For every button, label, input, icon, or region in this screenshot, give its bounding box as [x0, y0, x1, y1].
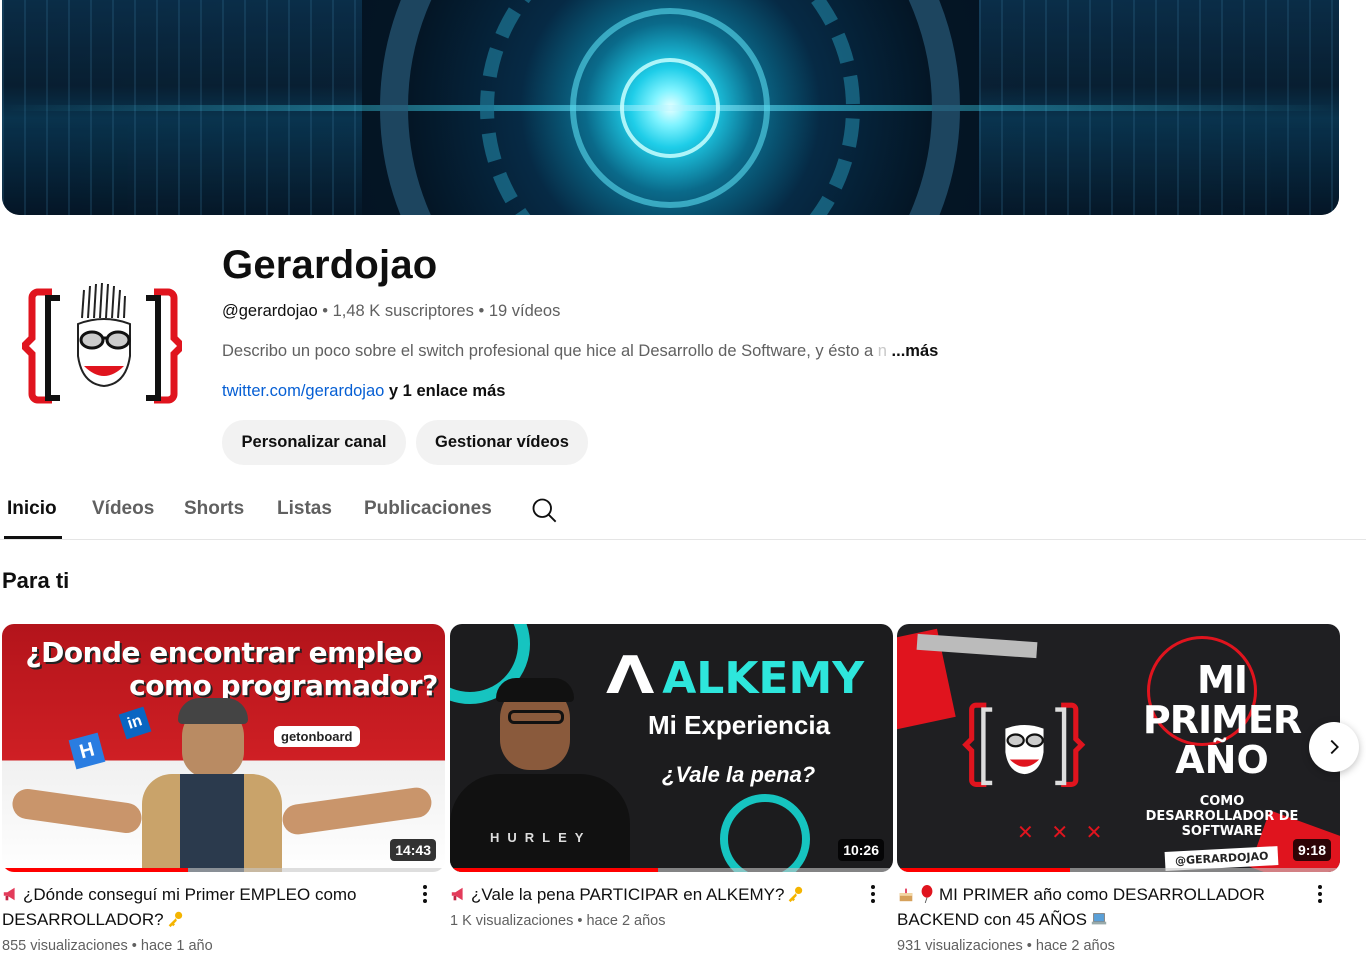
more-options-icon[interactable]: [861, 882, 885, 906]
video-duration: 10:26: [838, 839, 884, 861]
video-duration: 9:18: [1292, 839, 1331, 861]
carousel-next-button[interactable]: [1309, 722, 1359, 772]
section-title: Para ti: [2, 568, 70, 593]
video-duration: 14:43: [390, 839, 436, 861]
subscriber-count: 1,48 K suscriptores: [332, 302, 474, 320]
video-title[interactable]: ¿Dónde conseguí mi Primer EMPLEO como DE…: [2, 882, 445, 932]
key-icon: [789, 886, 803, 903]
video-card[interactable]: ¿Donde encontrar empleo como programador…: [2, 624, 445, 954]
view-count: 931 visualizaciones: [897, 938, 1023, 954]
video-meta: 931 visualizaciones • hace 2 años: [897, 938, 1115, 954]
megaphone-icon: [451, 887, 463, 901]
channel-description[interactable]: Describo un poco sobre el switch profesi…: [222, 342, 938, 361]
video-card[interactable]: ✕ ✕ ✕ MI PRIMER AÑO COMO DESARROLLADOR D…: [897, 624, 1340, 954]
twitter-link[interactable]: twitter.com/gerardojao: [222, 382, 384, 400]
video-meta: 855 visualizaciones • hace 1 año: [2, 938, 213, 954]
watch-progress: [2, 868, 189, 872]
search-icon[interactable]: [530, 496, 558, 524]
watch-progress: [897, 868, 1070, 872]
more-options-icon[interactable]: [1308, 882, 1332, 906]
video-thumbnail[interactable]: Λ ALKEMY Mi Experiencia ¿Vale la pena? HU…: [450, 624, 893, 872]
tab-inicio[interactable]: Inicio: [7, 498, 57, 520]
upload-age: hace 2 años: [586, 913, 666, 929]
laptop-icon: [1091, 913, 1107, 925]
view-count: 1 K visualizaciones: [450, 913, 574, 929]
channel-links: twitter.com/gerardojao y 1 enlace más: [222, 382, 505, 401]
video-count: 19 vídeos: [488, 302, 561, 320]
more-links[interactable]: y 1 enlace más: [389, 382, 506, 400]
upload-age: hace 2 años: [1035, 938, 1115, 954]
channel-tabs: Inicio Vídeos Shorts Listas Publicacione…: [0, 486, 1366, 540]
tab-publicaciones[interactable]: Publicaciones: [364, 498, 492, 520]
channel-banner: [2, 0, 1339, 215]
tab-videos[interactable]: Vídeos: [92, 498, 154, 520]
active-tab-indicator: [4, 536, 62, 539]
video-meta: 1 K visualizaciones • hace 2 años: [450, 913, 666, 929]
channel-name: Gerardojao: [222, 243, 438, 287]
balloon-icon: [921, 885, 933, 903]
video-title[interactable]: MI PRIMER año como DESARROLLADOR BACKEND…: [897, 882, 1340, 932]
view-count: 855 visualizaciones: [2, 938, 128, 954]
video-thumbnail[interactable]: ✕ ✕ ✕ MI PRIMER AÑO COMO DESARROLLADOR D…: [897, 624, 1340, 872]
tab-shorts[interactable]: Shorts: [184, 498, 244, 520]
watch-progress: [450, 868, 659, 872]
megaphone-icon: [3, 887, 15, 901]
manage-videos-button[interactable]: Gestionar vídeos: [416, 420, 588, 465]
upload-age: hace 1 año: [140, 938, 213, 954]
more-link[interactable]: ...más: [892, 342, 939, 360]
video-card[interactable]: Λ ALKEMY Mi Experiencia ¿Vale la pena? HU…: [450, 624, 893, 929]
channel-avatar[interactable]: [22, 274, 182, 424]
video-thumbnail[interactable]: ¿Donde encontrar empleo como programador…: [2, 624, 445, 872]
more-options-icon[interactable]: [413, 882, 437, 906]
cake-icon: [899, 888, 913, 902]
channel-meta: @gerardojao • 1,48 K suscriptores • 19 v…: [222, 302, 561, 320]
key-icon: [168, 911, 182, 928]
video-title[interactable]: ¿Vale la pena PARTICIPAR en ALKEMY?: [450, 882, 893, 907]
channel-handle: @gerardojao: [222, 302, 318, 320]
tab-listas[interactable]: Listas: [277, 498, 332, 520]
chevron-right-icon: [1330, 739, 1339, 755]
customize-channel-button[interactable]: Personalizar canal: [222, 420, 406, 465]
